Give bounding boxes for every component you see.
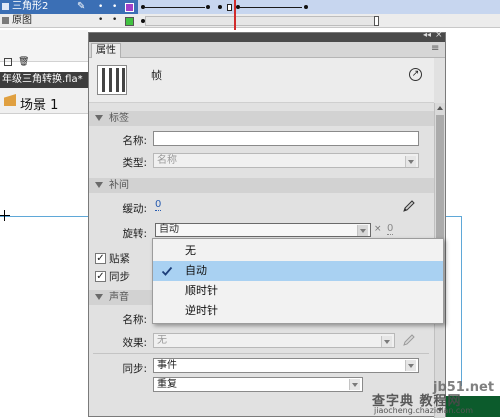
layer-color-swatch[interactable] — [125, 17, 134, 26]
expand-triangle-icon — [95, 115, 103, 121]
frame-span — [145, 16, 375, 26]
repeat-select[interactable]: 重复 — [153, 377, 363, 392]
layer-icon — [2, 3, 9, 10]
sync-label: 同步: — [122, 363, 147, 375]
section-label[interactable]: 标签 — [89, 111, 434, 126]
snap-checkbox[interactable]: ✓ — [95, 253, 106, 264]
panel-tabbar: 属性 ≡ — [89, 42, 445, 58]
panel-header: 帧 ↗ — [89, 58, 434, 103]
menu-item-label: 顺时针 — [185, 284, 218, 297]
pencil-icon[interactable] — [401, 332, 417, 348]
registration-mark — [0, 215, 10, 216]
playhead[interactable] — [234, 0, 236, 30]
chevron-down-icon — [405, 156, 416, 167]
rotate-times-value[interactable]: 0 — [387, 223, 394, 235]
type-label: 类型: — [122, 157, 147, 169]
menu-item-label: 自动 — [185, 264, 207, 277]
trash-icon[interactable]: 🗑 — [18, 57, 29, 67]
expand-triangle-icon — [95, 294, 103, 300]
tab-properties[interactable]: 属性 — [91, 43, 121, 58]
expand-triangle-icon — [95, 182, 103, 188]
menu-item-none[interactable]: 无 — [153, 241, 443, 261]
properties-panel: ◂◂ × 属性 ≡ 帧 ↗ 标签 名称: 类型: 名称 补间 缓动: 0 旋转: — [88, 30, 446, 418]
help-icon[interactable]: ↗ — [409, 68, 422, 81]
pencil-icon[interactable] — [401, 198, 417, 214]
layer-name: 原图 — [12, 15, 32, 26]
lock-dot[interactable]: • — [112, 15, 117, 25]
panel-title: 帧 — [151, 69, 162, 82]
chevron-down-icon — [381, 336, 392, 347]
rotate-label: 旋转: — [122, 228, 147, 240]
menu-item-counterclockwise[interactable]: 逆时针 — [153, 301, 443, 321]
pencil-icon: ✎ — [77, 1, 86, 12]
times-sign: × — [374, 224, 382, 234]
label-type-select[interactable]: 名称 — [153, 153, 419, 168]
sync-select[interactable]: 事件 — [153, 358, 419, 373]
frame-name-input[interactable] — [153, 131, 419, 146]
sync-checkbox[interactable]: ✓ — [95, 271, 106, 282]
layer-color-swatch[interactable] — [125, 3, 134, 12]
scene-icon — [4, 94, 16, 106]
chevron-down-icon — [349, 379, 360, 390]
rotate-select-value: 自动 — [159, 224, 179, 235]
ease-label: 缓动: — [122, 203, 147, 215]
chevron-down-icon — [405, 360, 416, 371]
menu-item-auto[interactable]: 自动 — [153, 261, 443, 281]
section-title: 补间 — [109, 180, 129, 191]
collapse-icon[interactable]: ◂◂ — [423, 30, 431, 39]
close-icon[interactable]: × — [435, 30, 443, 40]
keyframe[interactable] — [206, 5, 210, 9]
tween-arrow — [240, 7, 302, 8]
timeline-layer-row[interactable]: 原图 • • — [0, 14, 500, 28]
tween-arrow — [145, 7, 205, 8]
visibility-dot[interactable]: • — [98, 15, 103, 25]
document-tab-title: 年级三角转换.fla* — [2, 74, 83, 85]
timeline-layer-row[interactable]: 三角形2 ✎ • • — [0, 0, 500, 14]
scroll-up-icon[interactable] — [435, 103, 445, 113]
keyframe[interactable] — [304, 5, 308, 9]
stage-boundary — [461, 216, 462, 386]
lock-dot[interactable]: • — [112, 2, 117, 12]
watermark-url: jiaocheng.chazidian.com — [374, 406, 474, 415]
effect-value: 无 — [157, 335, 167, 346]
checkmark-icon — [161, 266, 173, 276]
sync-value: 事件 — [157, 360, 177, 371]
timeline-toolbar: 🗑 — [0, 30, 88, 67]
panel-menu-icon[interactable]: ≡ — [431, 43, 439, 54]
rotate-dropdown-menu: 无 自动 顺时针 逆时针 — [152, 238, 444, 324]
frame-icon — [97, 65, 127, 95]
layer-icon — [2, 17, 9, 24]
repeat-value: 重复 — [157, 379, 177, 390]
effect-label: 效果: — [122, 337, 147, 349]
menu-item-label: 无 — [185, 244, 196, 257]
frame-marker — [227, 4, 232, 11]
section-tween[interactable]: 补间 — [89, 178, 434, 193]
name-label: 名称: — [122, 135, 147, 147]
keyframe[interactable] — [218, 5, 222, 9]
tab-label: 属性 — [96, 45, 116, 56]
divider — [93, 353, 429, 354]
section-title: 标签 — [109, 113, 129, 124]
new-layer-icon[interactable] — [4, 58, 12, 66]
chevron-down-icon — [357, 225, 368, 236]
scene-label[interactable]: 场景 1 — [20, 94, 58, 113]
visibility-dot[interactable]: • — [98, 2, 103, 12]
frame-track[interactable] — [138, 0, 500, 14]
ease-value[interactable]: 0 — [155, 199, 162, 211]
sound-name-label: 名称: — [122, 314, 147, 326]
label-type-value: 名称 — [157, 155, 177, 166]
section-title: 声音 — [109, 292, 129, 303]
effect-select[interactable]: 无 — [153, 333, 395, 348]
panel-titlebar[interactable]: ◂◂ × — [89, 30, 445, 42]
registration-mark — [4, 210, 5, 221]
rotate-select[interactable]: 自动 — [155, 223, 371, 237]
menu-item-clockwise[interactable]: 顺时针 — [153, 281, 443, 301]
snap-label: 贴紧 — [109, 253, 130, 265]
frame-end-marker — [374, 16, 379, 26]
document-tab[interactable]: 年级三角转换.fla* × — [0, 72, 88, 88]
layer-name: 三角形2 — [12, 1, 49, 12]
frame-track[interactable] — [138, 14, 500, 28]
menu-item-label: 逆时针 — [185, 304, 218, 317]
sync-checkbox-label: 同步 — [109, 271, 130, 283]
